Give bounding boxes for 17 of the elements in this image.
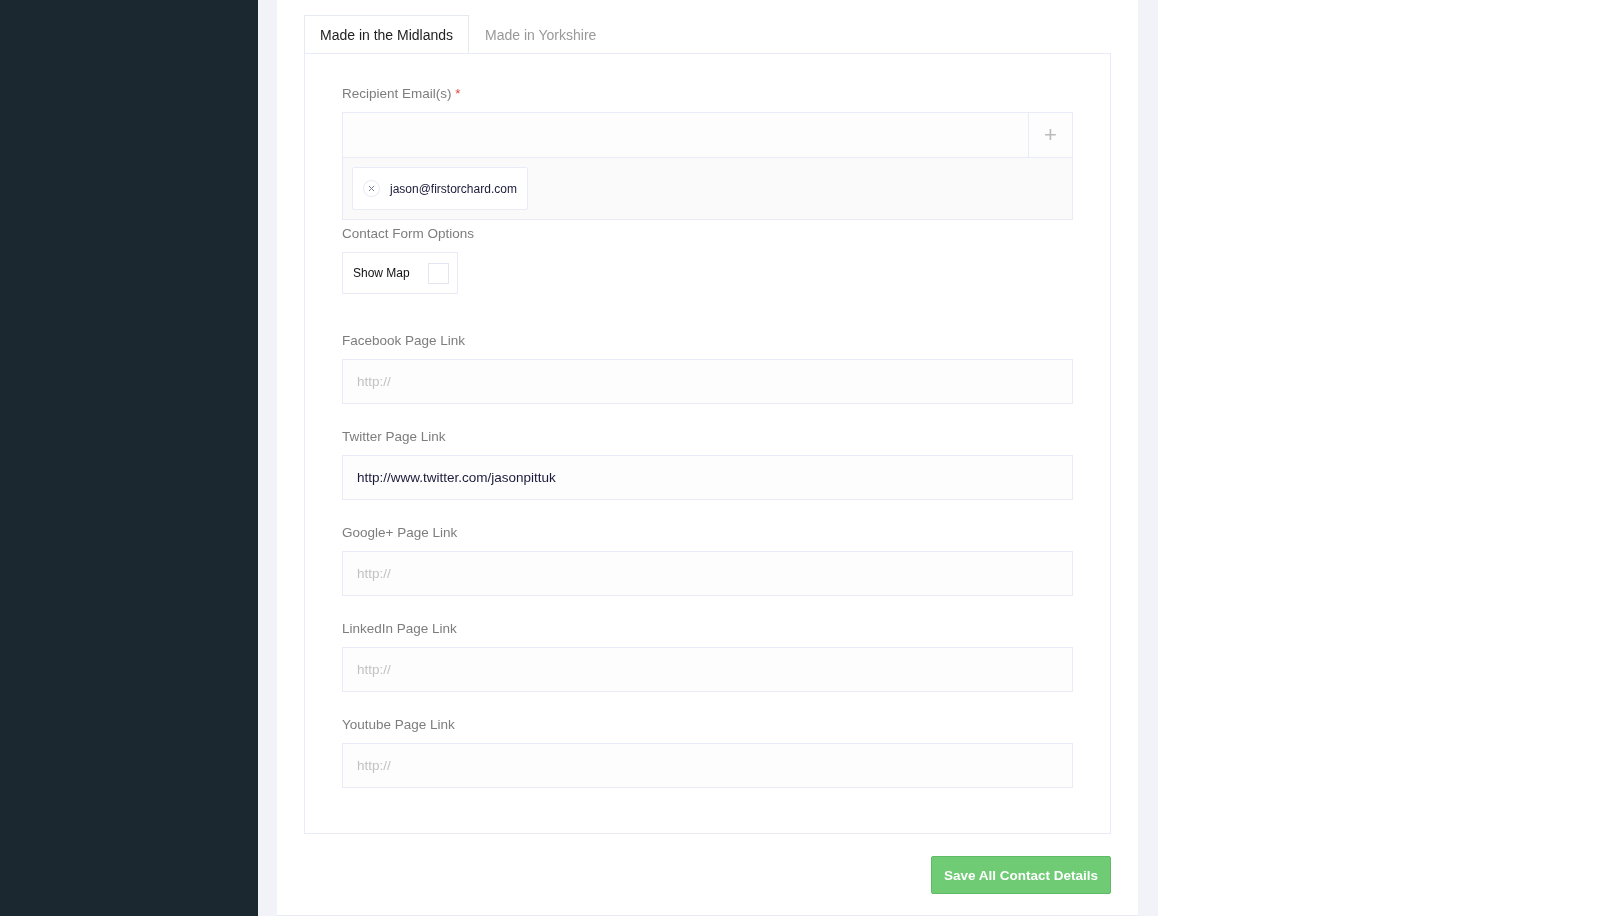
input-field[interactable]: http:// [342, 359, 1073, 404]
field-label: Google+ Page Link [342, 525, 458, 540]
tab[interactable]: Made in the Midlands [304, 15, 470, 53]
field-label: Contact Form Options [342, 226, 475, 241]
input-field[interactable]: http:// [342, 743, 1073, 788]
checkbox-option[interactable]: Show Map [342, 252, 458, 294]
field-label: Twitter Page Link [342, 429, 446, 444]
field-label: Youtube Page Link [342, 717, 455, 732]
input-field[interactable]: http://www.twitter.com/jasonpittuk [342, 455, 1073, 500]
field-label: LinkedIn Page Link [342, 621, 457, 636]
input-field[interactable]: http:// [342, 647, 1073, 692]
input-field[interactable]: http:// [342, 551, 1073, 596]
field-label: Facebook Page Link [342, 333, 466, 348]
email-text: jason@firstorchard.com [390, 181, 517, 196]
remove-icon[interactable] [363, 180, 380, 197]
field-label: Recipient Email(s) * [342, 86, 461, 101]
checkbox[interactable] [427, 262, 449, 284]
